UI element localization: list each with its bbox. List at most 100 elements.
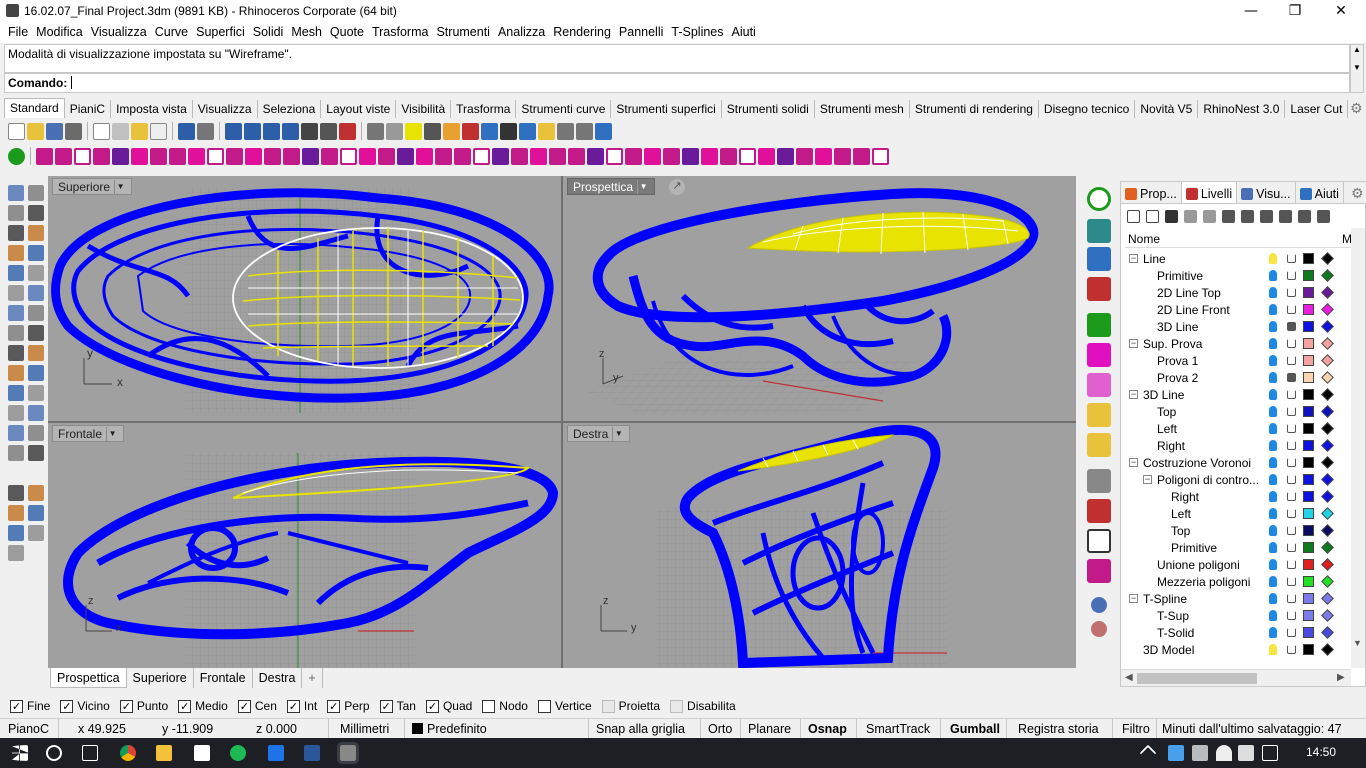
layer-material-icon[interactable] (1321, 286, 1334, 299)
layer-row[interactable]: Primitive (1125, 268, 1345, 285)
menu-item-file[interactable]: File (4, 23, 32, 43)
snap-icon[interactable] (28, 445, 44, 461)
polyline-icon[interactable] (8, 205, 24, 221)
osnap-disabilita[interactable]: Disabilita (670, 699, 736, 713)
layer-material-icon[interactable] (1321, 524, 1334, 537)
bulb-icon[interactable] (1269, 372, 1277, 383)
layer-material-icon[interactable] (1321, 507, 1334, 520)
layer-row[interactable]: Prova 1 (1125, 353, 1345, 370)
osnap-proietta[interactable]: Proietta (601, 699, 660, 713)
arc-icon[interactable] (28, 225, 44, 241)
scroll-thumb[interactable] (1137, 673, 1257, 684)
expand-toggle-icon[interactable]: − (1129, 390, 1138, 399)
checkbox[interactable] (670, 699, 684, 713)
toolbar-tab-disegno-tecnico[interactable]: Disegno tecnico (1039, 100, 1136, 118)
layer-material-icon[interactable] (1321, 473, 1334, 486)
bulb-icon[interactable] (1269, 644, 1277, 655)
osnap-vertice[interactable]: Vertice (537, 699, 592, 713)
checkbox[interactable]: ✓ (178, 699, 192, 713)
chevron-down-icon[interactable]: ▼ (612, 427, 624, 441)
tspline-tool-icon-28[interactable] (530, 147, 547, 165)
lock-open-icon[interactable] (1287, 390, 1296, 399)
tspline-tool-icon-35[interactable] (663, 147, 680, 165)
save-icon[interactable] (46, 122, 63, 140)
lock-open-icon[interactable] (1287, 407, 1296, 416)
sphere-red-icon[interactable] (1091, 621, 1107, 637)
word-icon[interactable] (304, 745, 320, 761)
lock-open-icon[interactable] (1287, 288, 1296, 297)
help-icon[interactable] (595, 122, 612, 140)
layer-scrollbar-vertical[interactable]: ▼ (1351, 228, 1365, 668)
layer-color-swatch[interactable] (1303, 270, 1314, 281)
layer-row[interactable]: 3D Model (1125, 642, 1345, 659)
chrome-icon[interactable] (120, 745, 136, 761)
tspline-tool-icon-41[interactable] (777, 147, 794, 165)
solid-box-icon[interactable] (8, 305, 24, 321)
checkbox[interactable]: ✓ (119, 699, 133, 713)
gumball-icon[interactable] (1087, 219, 1111, 243)
tspline-tool-icon-20[interactable] (378, 147, 395, 165)
bulb-icon[interactable] (1269, 474, 1277, 485)
lock-open-icon[interactable] (1287, 594, 1296, 603)
viewport-front[interactable]: z x Frontale ▼ (48, 423, 561, 668)
layer-row[interactable]: Mezzeria poligoni (1125, 574, 1345, 591)
toolbar-tab-strumenti-superfici[interactable]: Strumenti superfici (611, 100, 722, 118)
lock-open-icon[interactable] (1287, 424, 1296, 433)
tspline-tool-icon-42[interactable] (796, 147, 813, 165)
layer-material-icon[interactable] (1321, 337, 1334, 350)
rectangle-icon[interactable] (28, 245, 44, 261)
bulb-icon[interactable] (1269, 457, 1277, 468)
checkbox[interactable]: ✓ (379, 699, 393, 713)
status-units[interactable]: Millimetri (340, 722, 389, 736)
points-icon[interactable] (8, 505, 24, 521)
store-icon[interactable] (194, 745, 210, 761)
layer-row[interactable]: Unione poligoni (1125, 557, 1345, 574)
tspline-tool-icon-17[interactable] (321, 147, 338, 165)
sphere-icon[interactable] (1091, 597, 1107, 613)
expand-toggle-icon[interactable]: − (1143, 475, 1152, 484)
light-icon[interactable] (424, 122, 441, 140)
paste-icon[interactable] (150, 122, 167, 140)
filter-toggle[interactable]: Filtro (1122, 722, 1150, 736)
layer-row[interactable]: T-Sup (1125, 608, 1345, 625)
layer-color-swatch[interactable] (1303, 457, 1314, 468)
toolbar-tab-strumenti-curve[interactable]: Strumenti curve (516, 100, 612, 118)
bulb-icon[interactable] (1269, 406, 1277, 417)
chevron-down-icon[interactable]: ▼ (106, 427, 118, 441)
pan-icon[interactable] (197, 122, 214, 140)
layer-states-icon[interactable] (1279, 209, 1292, 223)
toolbar-tab-trasforma[interactable]: Trasforma (451, 100, 517, 118)
chevron-down-icon[interactable]: ▼ (637, 180, 649, 194)
menu-item-visualizza[interactable]: Visualizza (87, 23, 151, 43)
layer-material-icon[interactable] (1321, 439, 1334, 452)
point-icon[interactable] (405, 122, 422, 140)
command-scrollbar[interactable]: ▲ ▼ (1350, 44, 1364, 93)
layer-color-swatch[interactable] (1303, 440, 1314, 451)
osnap-medio[interactable]: ✓ Medio (178, 699, 228, 713)
layer-color-swatch[interactable] (1303, 287, 1314, 298)
checkbox[interactable]: ✓ (10, 699, 23, 713)
camera-icon[interactable] (8, 485, 24, 501)
task-view-icon[interactable] (82, 745, 98, 761)
layer-color-swatch[interactable] (1303, 525, 1314, 536)
toolbar-tab-laser-cut[interactable]: Laser Cut (1285, 100, 1349, 118)
menu-item-analizza[interactable]: Analizza (494, 23, 549, 43)
layer-row[interactable]: − Poligoni di contro... (1125, 472, 1345, 489)
close-button[interactable]: ✕ (1318, 0, 1364, 23)
zoom-window-icon[interactable] (263, 122, 280, 140)
layer-color-swatch[interactable] (1303, 491, 1314, 502)
tspline-tool-icon-6[interactable] (112, 147, 129, 165)
layer-row[interactable]: 2D Line Top (1125, 285, 1345, 302)
fur-icon[interactable] (557, 122, 574, 140)
layer-material-icon[interactable] (1321, 252, 1334, 265)
point-tool-icon[interactable] (28, 185, 44, 201)
tspline-tool-icon-7[interactable] (131, 147, 148, 165)
expand-toggle-icon[interactable]: − (1129, 458, 1138, 467)
dropbox-icon[interactable] (1168, 745, 1184, 761)
checkbox[interactable]: ✓ (237, 699, 251, 713)
lock-closed-icon[interactable] (1287, 322, 1296, 331)
layer-props-icon[interactable] (1241, 209, 1254, 223)
dimension-icon[interactable] (8, 365, 24, 381)
lock-open-icon[interactable] (1287, 458, 1296, 467)
bulb-icon[interactable] (1269, 508, 1277, 519)
